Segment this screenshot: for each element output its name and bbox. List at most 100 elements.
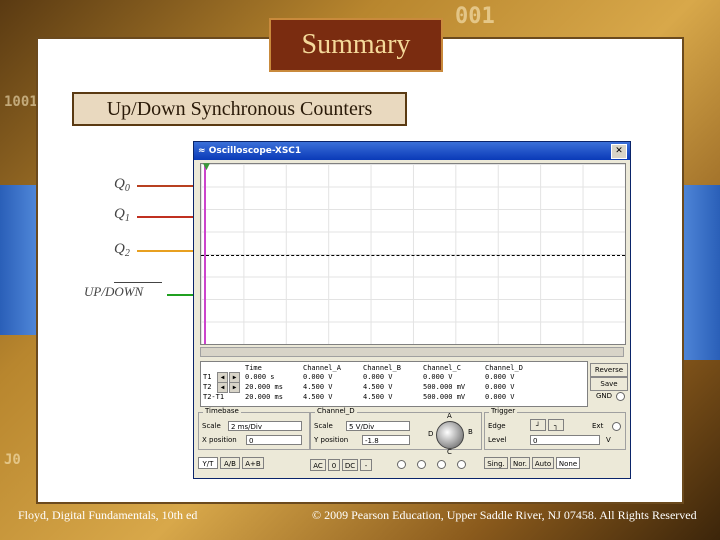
table-cell: 4.500 V [303,383,333,391]
trigger-level-label: Level [488,436,507,444]
trigger-edge-label: Edge [488,422,506,430]
knob-label-a: A [447,412,452,420]
background-stripe-right [682,185,720,360]
channel-selector-knob[interactable] [436,421,464,449]
falling-edge-icon: ┐ [553,422,559,430]
readout-header: Channel_C [423,364,461,372]
edge-rising-button[interactable]: ┘ [530,419,546,431]
readout-header: Time [245,364,262,372]
signal-label-up-down: UP/DOWN [84,284,144,299]
mode-ab-button[interactable]: A/B [220,457,240,469]
table-cell: 20.000 ms [245,393,283,401]
coupling-zero-button[interactable]: 0 [328,459,340,471]
ext-label: Ext [592,422,604,430]
coupling-dc-button[interactable]: DC [342,459,358,471]
save-button[interactable]: Save [590,377,628,391]
trigger-normal-button[interactable]: Nor. [510,457,530,469]
signal-wire-q2 [137,250,195,252]
close-icon[interactable]: ✕ [611,144,627,159]
channel-radio[interactable] [417,460,426,469]
table-cell: 500.000 mV [423,383,466,391]
table-cell: 0.000 V [303,373,333,381]
screen-grid [201,164,625,344]
oscilloscope-titlebar[interactable]: ≈ Oscilloscope-XSC1 ✕ [194,142,630,160]
slide-subtitle: Up/Down Synchronous Counters [72,92,407,126]
background-number: 1001 [4,94,38,110]
x-position-field[interactable]: 0 [246,435,302,445]
trigger-level-unit: V [606,436,611,444]
readout-row-label: T2 [203,383,212,391]
oscilloscope-window: ≈ Oscilloscope-XSC1 ✕ ▼ Time Channel_A C… [193,141,631,479]
signal-wire-up-down [167,294,195,296]
background-number: 001 [455,4,495,29]
channel-radio[interactable] [437,460,446,469]
knob-label-d: D [428,430,434,438]
coupling-ac-button[interactable]: AC [310,459,326,471]
x-position-label: X position [202,436,237,444]
readout-row-label: T1 [203,373,212,381]
measurement-readout: Time Channel_A Channel_B Channel_C Chann… [200,361,588,407]
trigger-auto-button[interactable]: Auto [532,457,554,469]
table-cell: 500.000 mV [423,393,466,401]
channel-scale-field[interactable]: 5 V/Div [346,421,410,431]
gnd-label: GND [596,392,613,400]
table-cell: 0.000 V [363,373,393,381]
cursor-marker-icon: ▼ [203,162,210,172]
trigger-level-field[interactable]: 0 [530,435,600,445]
table-cell: 0.000 V [485,393,515,401]
readout-header: Channel_D [485,364,523,372]
signal-label-q2: Q2 [114,241,130,259]
background-stripe-left [0,185,36,335]
background-number: J0 [4,452,21,468]
footer-right: © 2009 Pearson Education, Upper Saddle R… [312,508,697,522]
timebase-title: Timebase [203,407,241,415]
trigger-title: Trigger [489,407,518,415]
table-cell: 4.500 V [303,393,333,401]
table-cell: 0.000 V [485,373,515,381]
channel-scale-label: Scale [314,422,333,430]
channel-title: Channel_D [315,407,357,415]
mode-a-plus-b-button[interactable]: A+B [242,457,264,469]
channel-radio[interactable] [457,460,466,469]
oscilloscope-screen: ▼ [200,162,626,345]
knob-label-b: B [468,428,473,436]
down-overbar [114,282,162,283]
oscilloscope-title: Oscilloscope-XSC1 [208,146,302,156]
arrow-left-icon[interactable]: ◀ [217,382,228,393]
table-cell: 4.500 V [363,383,393,391]
readout-header: Channel_A [303,364,341,372]
table-cell: 0.000 V [423,373,453,381]
table-cell: 4.500 V [363,393,393,401]
trace-line [201,255,625,256]
rising-edge-icon: ┘ [535,422,541,430]
table-cell: 0.000 s [245,373,275,381]
readout-row-label: T2-T1 [203,393,225,401]
reverse-button[interactable]: Reverse [590,363,628,377]
ext-radio[interactable] [612,422,621,431]
cursor-t1[interactable]: ▼ [203,162,210,344]
oscilloscope-icon: ≈ [198,146,209,156]
table-cell: 0.000 V [485,383,515,391]
slide-title: Summary [269,18,443,72]
trigger-none-button[interactable]: None [556,457,580,469]
footer-left: Floyd, Digital Fundamentals, 10th ed [18,508,198,522]
table-cell: 20.000 ms [245,383,283,391]
signal-label-q0: Q0 [114,176,130,194]
horizontal-scrollbar[interactable] [200,347,624,357]
coupling-minus-button[interactable]: - [360,459,372,471]
mode-yt-button[interactable]: Y/T [198,457,218,469]
signal-wire-q0 [137,185,195,187]
edge-falling-button[interactable]: ┐ [548,419,564,431]
signal-label-q1: Q1 [114,206,130,224]
timebase-scale-field[interactable]: 2 ms/Div [228,421,302,431]
gnd-radio[interactable] [616,392,625,401]
readout-header: Channel_B [363,364,401,372]
trigger-single-button[interactable]: Sing. [484,457,508,469]
channel-radio[interactable] [397,460,406,469]
timebase-scale-label: Scale [202,422,221,430]
y-position-label: Y position [314,436,349,444]
y-position-field[interactable]: -1.8 [362,435,410,445]
knob-label-c: C [447,448,452,456]
signal-wire-q1 [137,216,195,218]
arrow-right-icon[interactable]: ▶ [229,382,240,393]
